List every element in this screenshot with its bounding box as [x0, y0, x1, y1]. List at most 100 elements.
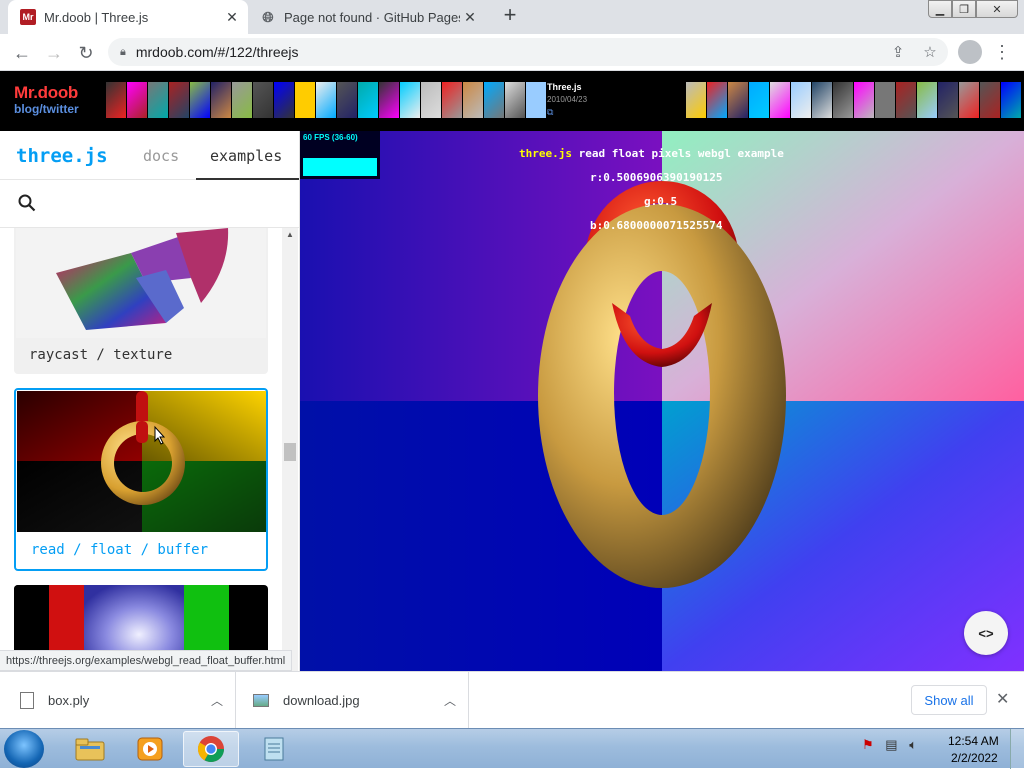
- project-thumbnail[interactable]: [707, 82, 727, 118]
- project-thumbnail[interactable]: [526, 82, 546, 118]
- project-thumbnail[interactable]: [791, 82, 811, 118]
- tab-mrdoob[interactable]: Mr Mr.doob | Three.js ✕: [8, 0, 248, 34]
- project-thumbnail[interactable]: [169, 82, 189, 118]
- project-thumbnail[interactable]: [917, 82, 937, 118]
- tab-examples[interactable]: examples: [196, 131, 299, 180]
- file-icon: [20, 692, 34, 709]
- project-thumbnail[interactable]: [686, 82, 706, 118]
- new-tab-button[interactable]: +: [498, 4, 522, 28]
- project-thumbnail[interactable]: [728, 82, 748, 118]
- project-thumbnail[interactable]: [812, 82, 832, 118]
- project-thumbnail[interactable]: [442, 82, 462, 118]
- project-thumbnail[interactable]: [148, 82, 168, 118]
- project-thumbnail[interactable]: [1001, 82, 1021, 118]
- back-button[interactable]: ←: [8, 39, 36, 67]
- restore-button[interactable]: ❐: [952, 0, 976, 18]
- mr-favicon-icon: Mr: [20, 9, 36, 25]
- project-thumbnail[interactable]: [938, 82, 958, 118]
- example-card-read-float-buffer[interactable]: read / float / buffer: [14, 388, 268, 571]
- show-desktop-button[interactable]: [1010, 729, 1024, 769]
- site-logo[interactable]: Mr.doob: [14, 84, 78, 101]
- project-thumbnail[interactable]: [232, 82, 252, 118]
- project-thumbnail[interactable]: [106, 82, 126, 118]
- webgl-canvas[interactable]: [300, 131, 1024, 671]
- clock-time[interactable]: 12:54 AM: [948, 734, 999, 748]
- bookmark-star-icon[interactable]: ☆: [916, 38, 944, 66]
- project-thumbnail[interactable]: [980, 82, 1000, 118]
- project-thumbnail[interactable]: [316, 82, 336, 118]
- tab-title: Page not found · GitHub Pages: [284, 9, 460, 25]
- project-thumbnail[interactable]: [505, 82, 525, 118]
- download-item[interactable]: download.jpg ︿: [237, 672, 469, 729]
- search-icon[interactable]: [18, 194, 36, 212]
- show-all-button[interactable]: Show all: [911, 685, 987, 715]
- close-shelf-icon[interactable]: ✕: [996, 689, 1009, 709]
- project-thumbnail[interactable]: [463, 82, 483, 118]
- chevron-up-icon[interactable]: ︿: [211, 692, 235, 709]
- search-bar[interactable]: [0, 180, 299, 228]
- tab-docs[interactable]: docs: [143, 147, 179, 165]
- download-item[interactable]: box.ply ︿: [0, 672, 236, 729]
- clock-date[interactable]: 2/2/2022: [951, 751, 998, 765]
- threejs-logo[interactable]: three.js: [16, 145, 108, 167]
- lock-icon[interactable]: 🔒︎: [120, 46, 126, 59]
- project-thumbnail[interactable]: [854, 82, 874, 118]
- close-tab-icon[interactable]: ✕: [222, 9, 242, 26]
- download-filename: download.jpg: [283, 693, 360, 708]
- chevron-up-icon[interactable]: ︿: [444, 692, 468, 709]
- project-thumbnail[interactable]: [274, 82, 294, 118]
- browser-toolbar: ← → ↻ 🔒︎ mrdoob.com/#/122/threejs ⇪ ☆ ⋮: [0, 34, 1024, 71]
- profile-avatar[interactable]: [958, 40, 982, 64]
- project-thumbnail[interactable]: [127, 82, 147, 118]
- action-center-flag-icon[interactable]: ⚑: [862, 737, 874, 752]
- project-thumbnail[interactable]: [421, 82, 441, 118]
- example-card-raycast-texture[interactable]: raycast / texture: [14, 228, 268, 374]
- external-link-icon[interactable]: ⧉: [547, 107, 553, 118]
- chrome-taskbar-icon[interactable]: [183, 731, 239, 767]
- project-thumbnail[interactable]: [211, 82, 231, 118]
- volume-icon[interactable]: 🔈︎: [909, 737, 917, 752]
- forward-button[interactable]: →: [40, 39, 68, 67]
- scrollbar-thumb[interactable]: [284, 443, 296, 461]
- tab-github[interactable]: 🌐︎ Page not found · GitHub Pages ✕: [250, 0, 486, 34]
- url-text: mrdoob.com/#/122/threejs: [135, 44, 299, 60]
- fps-stats-panel[interactable]: 60 FPS (36-60): [300, 131, 380, 179]
- project-thumbnail[interactable]: [959, 82, 979, 118]
- project-thumbnail[interactable]: [400, 82, 420, 118]
- project-thumbnail[interactable]: [770, 82, 790, 118]
- project-thumbnail[interactable]: [833, 82, 853, 118]
- pixel-value-g: g:0.5: [644, 195, 678, 208]
- system-tray: ⚑ ▤ 🔈︎: [862, 737, 917, 753]
- link-status-bar: https://threejs.org/examples/webgl_read_…: [0, 650, 293, 671]
- share-icon[interactable]: ⇪: [884, 38, 912, 66]
- project-thumbnail[interactable]: [749, 82, 769, 118]
- blog-twitter-link[interactable]: blog/twitter: [14, 102, 79, 116]
- project-thumbnail[interactable]: [253, 82, 273, 118]
- scroll-up-arrow-icon[interactable]: ▲: [286, 230, 294, 239]
- notepad-icon[interactable]: [246, 731, 302, 767]
- project-thumbnail[interactable]: [379, 82, 399, 118]
- project-thumbnail[interactable]: [484, 82, 504, 118]
- menu-icon[interactable]: ⋮: [992, 40, 1012, 64]
- reload-button[interactable]: ↻: [72, 39, 100, 67]
- project-thumbnail[interactable]: [896, 82, 916, 118]
- project-thumbnail[interactable]: [875, 82, 895, 118]
- project-thumbnail[interactable]: [190, 82, 210, 118]
- project-thumbnails-right: [686, 82, 1021, 118]
- card-label: raycast / texture: [29, 347, 173, 363]
- address-bar[interactable]: 🔒︎ mrdoob.com/#/122/threejs ⇪ ☆: [108, 38, 948, 66]
- example-title-text: read float pixels webgl example: [571, 147, 784, 160]
- close-tab-icon[interactable]: ✕: [460, 9, 480, 26]
- window-close-button[interactable]: ✕: [976, 0, 1018, 18]
- start-button[interactable]: [4, 730, 44, 768]
- project-thumbnail[interactable]: [295, 82, 315, 118]
- network-icon[interactable]: ▤: [885, 737, 897, 752]
- sidebar-scrollbar[interactable]: ▲: [282, 228, 298, 671]
- project-thumbnail[interactable]: [358, 82, 378, 118]
- minimize-button[interactable]: ▁: [928, 0, 952, 18]
- threejs-link[interactable]: three.js: [519, 147, 572, 160]
- media-player-icon[interactable]: [122, 731, 178, 767]
- project-thumbnail[interactable]: [337, 82, 357, 118]
- file-explorer-icon[interactable]: [62, 731, 118, 767]
- view-source-button[interactable]: <>: [964, 611, 1008, 655]
